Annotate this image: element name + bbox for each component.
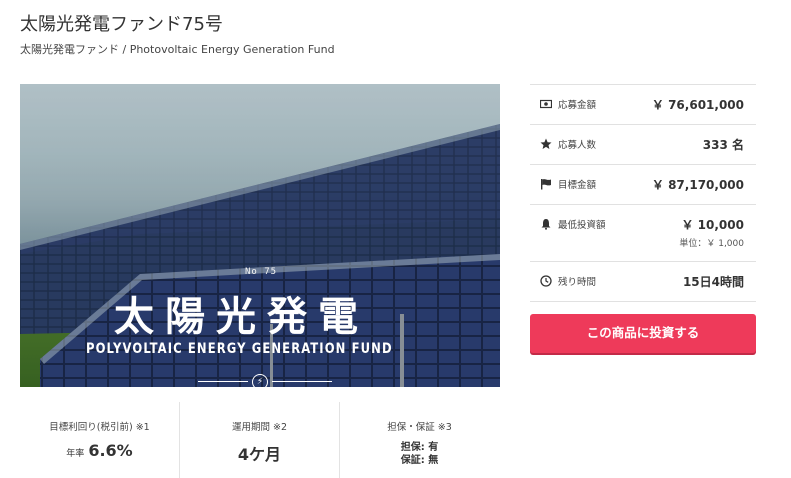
page-subtitle: 太陽光発電ファンド / Photovoltaic Energy Generati… (20, 43, 335, 56)
row-minimum-investment: 最低投資額 ￥ 10,000 単位：￥ 1,000 (530, 204, 756, 261)
stat-label: 運用期間 ※2 (231, 422, 288, 433)
stat-label: 目標利回り(税引前) ※1 (49, 422, 150, 433)
flag-icon (541, 179, 551, 190)
row-value: ￥ 87,170,000 (651, 178, 744, 192)
star-icon (540, 138, 552, 149)
row-value: 15日4時間 (682, 275, 744, 289)
stat-value: 6.6% (88, 441, 133, 460)
fund-summary-panel: 応募金額 ￥ 76,601,000 応募人数 333 名 目標金額 ￥ 87,1… (530, 84, 756, 302)
stat-prefix: 年率 (66, 449, 85, 459)
row-value: 333 名 (702, 138, 744, 152)
bell-icon (541, 219, 551, 230)
fund-stats: 目標利回り(税引前) ※1 年率 6.6% 運用期間 ※2 4ケ月 担保・保証 ※… (20, 402, 500, 478)
hero-subtitle: POLYVOLTAIC ENERGY GENERATION FUND (86, 341, 393, 357)
row-label: 応募金額 (558, 100, 597, 111)
row-unit-note: 単位：￥ 1,000 (679, 239, 744, 249)
row-applicants: 応募人数 333 名 (530, 124, 756, 164)
stat-label: 担保・保証 ※3 (387, 422, 452, 433)
stat-target-yield: 目標利回り(税引前) ※1 年率 6.6% (20, 402, 180, 478)
row-label: 最低投資額 (558, 220, 606, 231)
row-target-amount: 目標金額 ￥ 87,170,000 (530, 164, 756, 204)
invest-button[interactable]: この商品に投資する (530, 314, 756, 353)
stat-operation-period: 運用期間 ※2 4ケ月 (180, 402, 340, 478)
clock-icon (540, 275, 552, 287)
stat-guarantee: 保証: 無 (400, 455, 439, 466)
divider-left (198, 381, 248, 382)
row-label: 残り時間 (558, 277, 597, 288)
page-title: 太陽光発電ファンド75号 (20, 14, 223, 35)
row-value: ￥ 76,601,000 (651, 98, 744, 112)
stat-collateral-guarantee: 担保・保証 ※3 担保: 有 保証: 無 (340, 402, 499, 478)
stat-value: 4ケ月 (237, 445, 282, 464)
row-applied-amount: 応募金額 ￥ 76,601,000 (530, 84, 756, 124)
hero-title: 太陽光発電 (114, 294, 369, 340)
money-icon (540, 99, 552, 109)
fund-number-label: No 75 (245, 267, 278, 277)
row-label: 目標金額 (558, 180, 597, 191)
row-time-remaining: 残り時間 15日4時間 (530, 261, 756, 302)
row-value: ￥ 10,000 (681, 218, 745, 232)
row-label: 応募人数 (558, 140, 597, 151)
divider-right (272, 381, 332, 382)
hero-image: No 75 太陽光発電 POLYVOLTAIC ENERGY GENERATIO… (20, 84, 500, 387)
stat-collateral: 担保: 有 (400, 442, 439, 453)
lightning-icon: ⚡ (252, 374, 268, 387)
